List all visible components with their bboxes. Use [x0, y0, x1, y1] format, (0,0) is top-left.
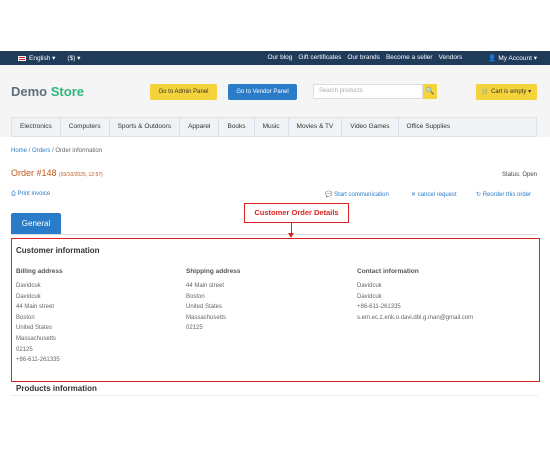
contact-email: s.em.ec.z.enk.o.davi.dbi.g.man@gmail.com [357, 314, 474, 321]
cart-button[interactable]: 🛒 Cart is empty ▾ [476, 84, 537, 100]
top-bar: English ▾ ($) ▾ Our blog Gift certificat… [0, 51, 550, 65]
search-icon[interactable]: 🔍 [423, 84, 437, 99]
close-icon: ✕ [411, 192, 417, 198]
my-account-menu[interactable]: 👤 My Account ▾ [488, 54, 537, 62]
nav-office-supplies[interactable]: Office Supplies [399, 118, 459, 136]
customer-info-title: Customer information [16, 246, 100, 255]
link-become-seller[interactable]: Become a seller [386, 54, 433, 62]
contact-information: Contact information Davidcuk Davidcuk +8… [357, 268, 473, 325]
billing-line: Davidcuk [16, 293, 41, 300]
link-gift-certificates[interactable]: Gift certificates [298, 54, 341, 62]
products-info-title: Products information [16, 384, 97, 393]
shipping-line: Boston [186, 293, 205, 300]
user-icon: 👤 [488, 55, 497, 62]
currency-selector[interactable]: ($) ▾ [67, 54, 80, 62]
billing-line: United States [16, 325, 53, 332]
cart-icon: 🛒 [481, 89, 490, 95]
shipping-line: 02125 [186, 325, 203, 332]
print-invoice-link[interactable]: ⎙ Print invoice [11, 191, 50, 198]
refresh-icon: ↻ [476, 192, 482, 198]
shipping-line: 44 Main street [186, 283, 225, 289]
products-divider [11, 395, 538, 396]
page-title: Order #148 (03/10/2025, 12:57) [11, 168, 103, 178]
status-badge: Status: Open [501, 172, 537, 178]
category-nav: Electronics Computers Sports & Outdoors … [11, 117, 537, 137]
shipping-line: Massachusetts [186, 314, 227, 321]
link-blog[interactable]: Our blog [267, 54, 292, 62]
start-communication-link[interactable]: 💬 Start communication [325, 191, 389, 198]
link-vendors[interactable]: Vendors [439, 54, 463, 62]
contact-line: Davidcuk [357, 293, 382, 300]
breadcrumb-orders[interactable]: Orders [32, 148, 50, 154]
nav-electronics[interactable]: Electronics [12, 118, 61, 136]
us-flag-icon [18, 55, 26, 61]
nav-video-games[interactable]: Video Games [342, 118, 399, 136]
language-selector[interactable]: English ▾ [18, 54, 55, 62]
billing-line: +86-611-261335 [16, 357, 60, 364]
chat-icon: 💬 [325, 192, 333, 198]
nav-music[interactable]: Music [255, 118, 289, 136]
billing-line: Davidcuk [16, 283, 41, 289]
admin-panel-button[interactable]: Go to Admin Panel [150, 84, 217, 100]
tab-general[interactable]: General [11, 213, 61, 234]
logo[interactable]: Demo Store [11, 84, 84, 99]
vendor-panel-button[interactable]: Go to Vendor Panel [228, 84, 297, 100]
printer-icon: ⎙ [11, 191, 16, 197]
reorder-link[interactable]: ↻ Reorder this order [476, 191, 531, 198]
contact-line: Davidcuk [357, 283, 382, 289]
nav-movies-tv[interactable]: Movies & TV [289, 118, 343, 136]
shipping-line: United States [186, 304, 223, 311]
breadcrumb: Home / Orders / Order information [11, 148, 103, 154]
billing-line: Boston [16, 314, 35, 321]
cancel-request-link[interactable]: ✕ cancel request [411, 191, 457, 198]
contact-line: +86-611-261335 [357, 304, 401, 311]
shipping-address: Shipping address 44 Main street Boston U… [186, 268, 241, 336]
link-brands[interactable]: Our brands [347, 54, 380, 62]
search-input[interactable]: Search products [313, 84, 423, 99]
nav-books[interactable]: Books [219, 118, 255, 136]
billing-line: 44 Main street [16, 304, 55, 311]
nav-sports-outdoors[interactable]: Sports & Outdoors [110, 118, 181, 136]
billing-line: 02125 [16, 346, 33, 353]
breadcrumb-home[interactable]: Home [11, 148, 27, 154]
breadcrumb-current: Order information [55, 148, 103, 154]
tab-divider [11, 234, 538, 235]
billing-address: Billing address Davidcuk Davidcuk 44 Mai… [16, 268, 63, 368]
nav-computers[interactable]: Computers [61, 118, 110, 136]
annotation-callout: Customer Order Details [244, 203, 349, 223]
nav-apparel[interactable]: Apparel [180, 118, 220, 136]
order-date: (03/10/2025, 12:57) [59, 172, 103, 178]
billing-line: Massachusetts [16, 335, 57, 342]
